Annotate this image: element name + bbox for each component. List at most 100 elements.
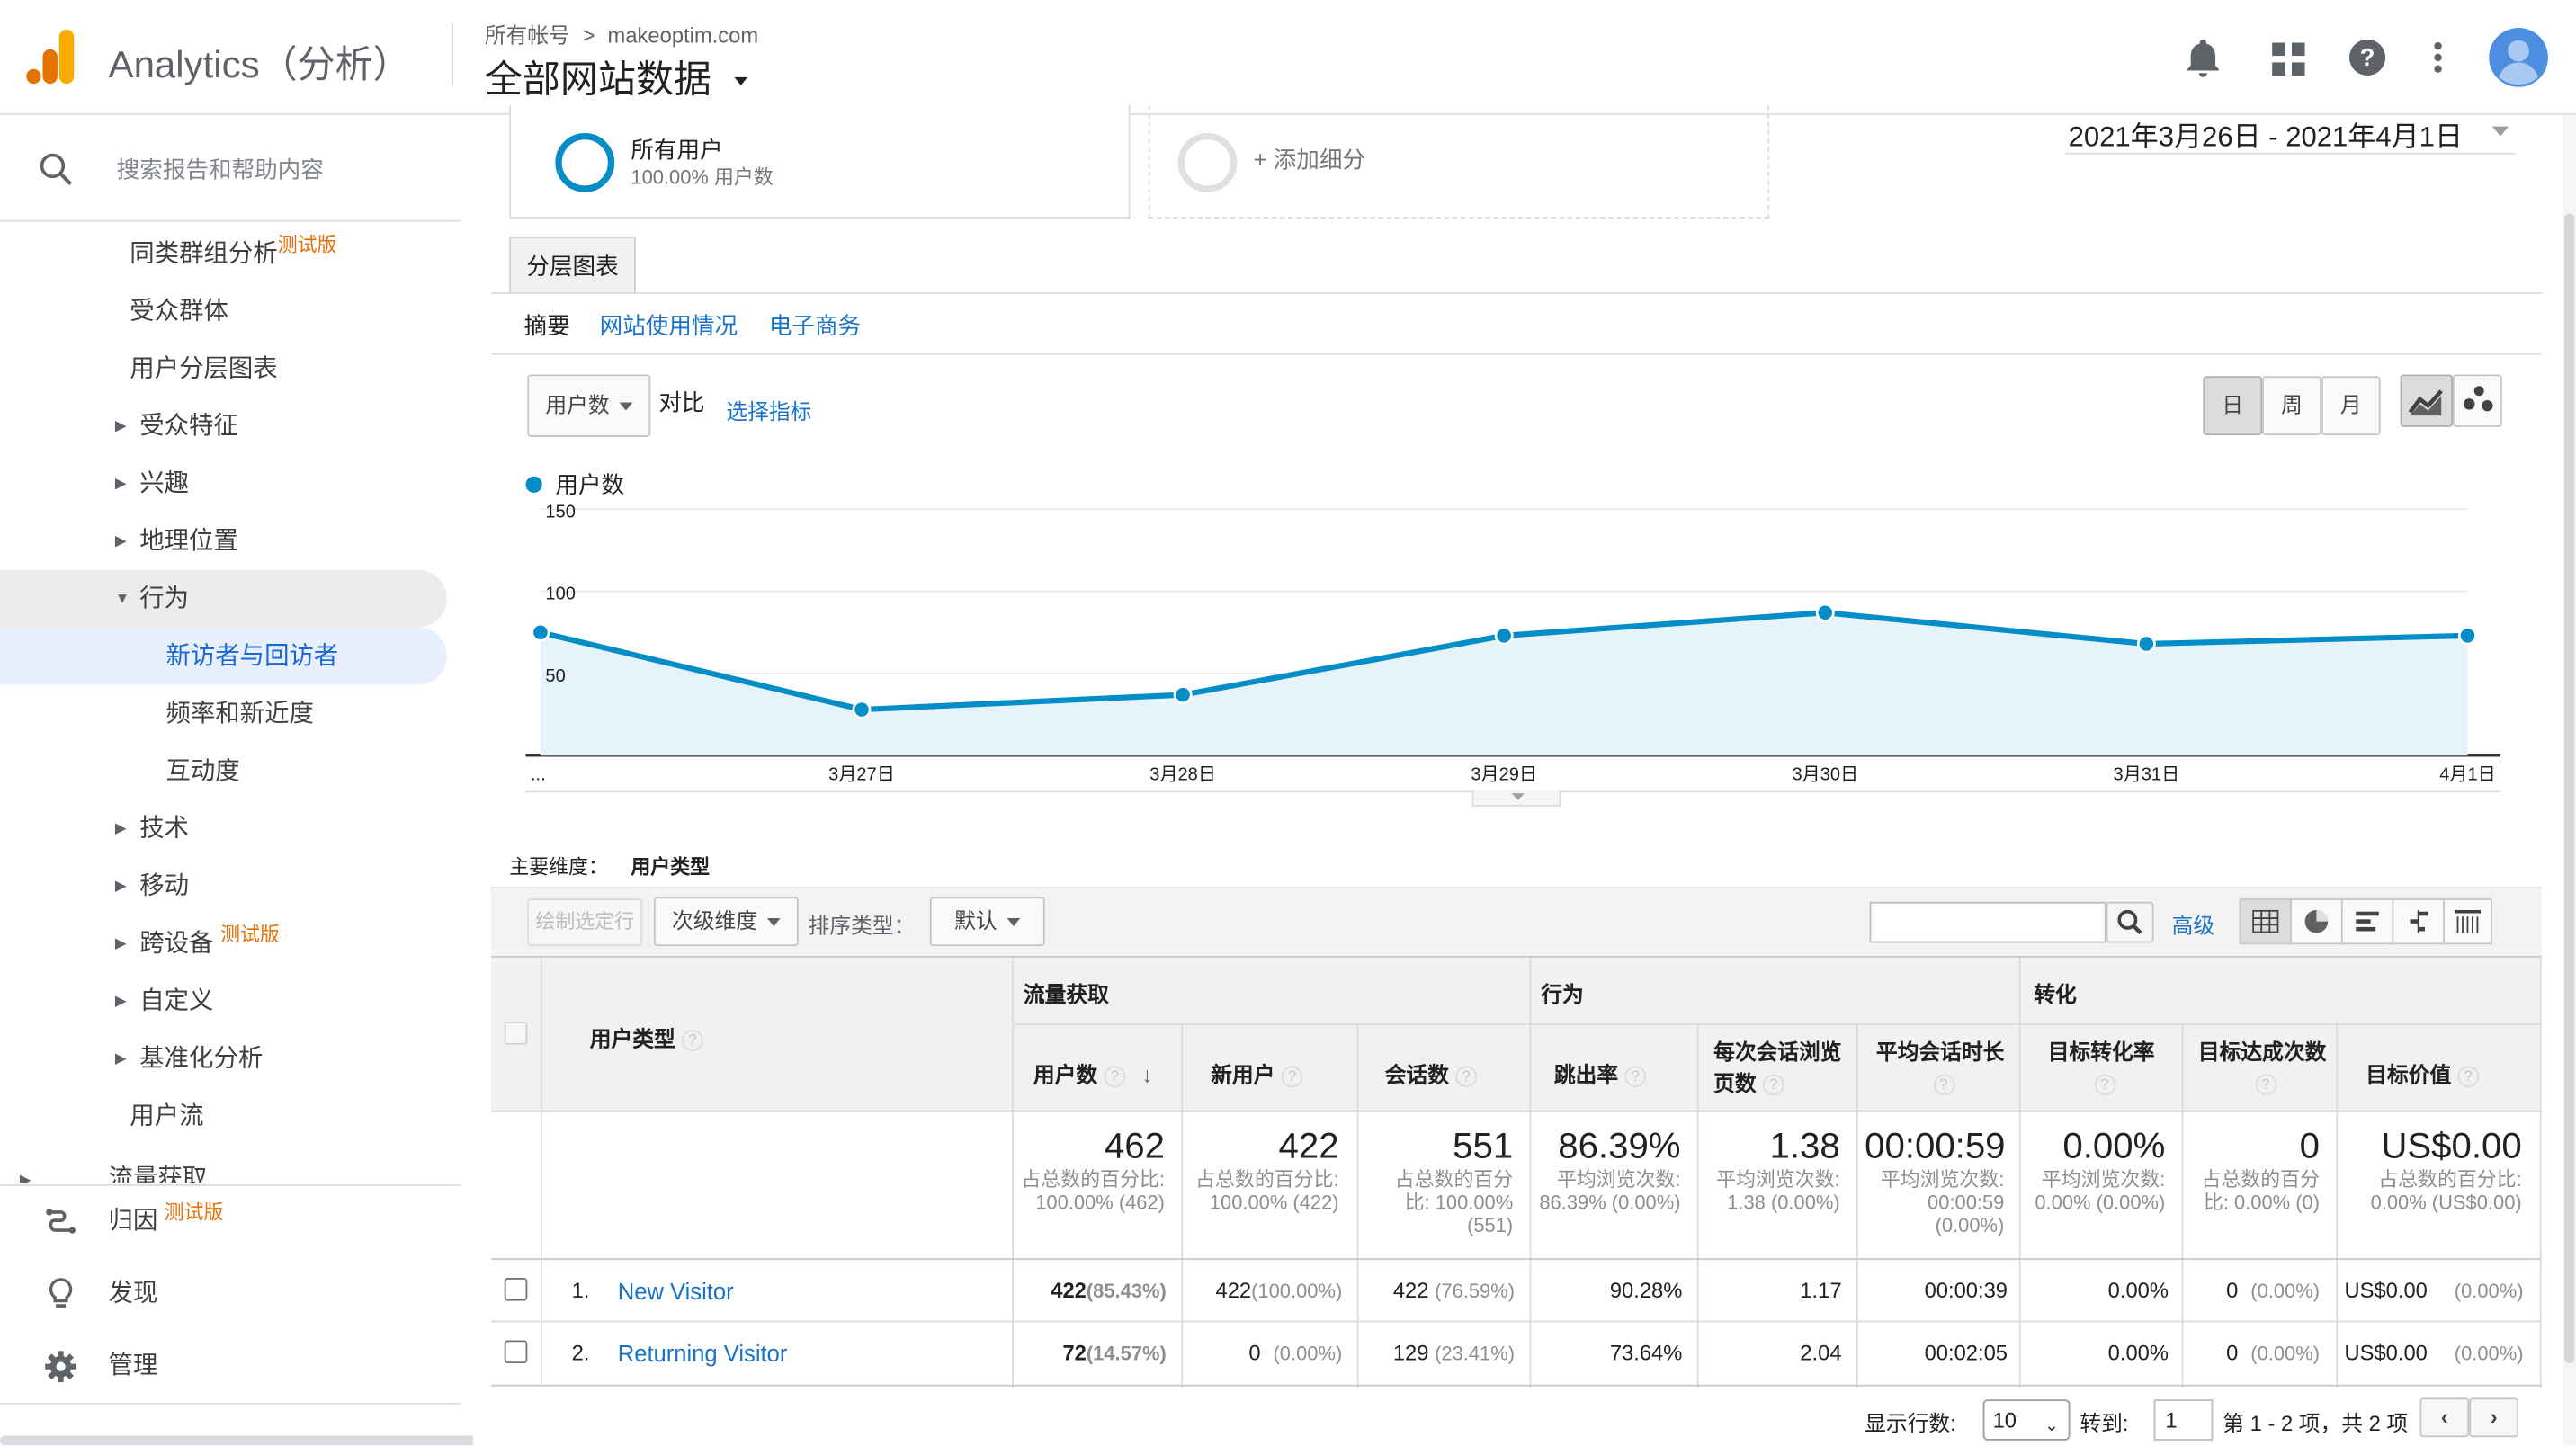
period-month-button[interactable]: 月 bbox=[2321, 376, 2381, 436]
sidebar-collapse-handle[interactable] bbox=[0, 1435, 474, 1446]
period-day-button[interactable]: 日 bbox=[2203, 376, 2263, 436]
chart-data-point[interactable] bbox=[1815, 602, 1835, 622]
performance-view-icon[interactable] bbox=[2343, 899, 2394, 943]
column-header-goal-completions[interactable]: 目标达成次数? bbox=[2196, 1037, 2328, 1099]
column-header-bounce-rate[interactable]: 跳出率? bbox=[1554, 1058, 1647, 1089]
sort-type-dropdown[interactable]: 默认 bbox=[929, 897, 1045, 947]
sidebar-item-demographics[interactable]: ▶ 受众特征 bbox=[0, 397, 447, 455]
table-view-icon[interactable] bbox=[2241, 899, 2293, 943]
sidebar-item-cohort[interactable]: 同类群组分析测试版 bbox=[0, 225, 447, 282]
expand-arrow-icon: ▶ bbox=[114, 934, 127, 951]
row-goal-conversion: 0.00% bbox=[2107, 1278, 2169, 1303]
sidebar-item-technology[interactable]: ▶ 技术 bbox=[0, 800, 447, 858]
table-search-input[interactable] bbox=[1869, 901, 2106, 943]
sidebar-item-geo[interactable]: ▶ 地理位置 bbox=[0, 513, 447, 570]
sidebar-item-discover[interactable]: 发现 bbox=[0, 1264, 447, 1322]
sidebar-item-attribution[interactable]: 归因 测试版 bbox=[0, 1192, 447, 1250]
sidebar-item-new-vs-returning[interactable]: 新访者与回访者 bbox=[0, 627, 447, 685]
page-scrollbar-thumb[interactable] bbox=[2564, 213, 2575, 1364]
sidebar-item-behavior[interactable]: ▼ 行为 bbox=[0, 569, 447, 628]
help-icon: ? bbox=[682, 1030, 703, 1052]
subtab-ecommerce[interactable]: 电子商务 bbox=[769, 308, 861, 342]
row-users: 72(14.57%) bbox=[1062, 1340, 1167, 1365]
select-metric-link[interactable]: 选择指标 bbox=[726, 394, 811, 425]
breadcrumb-property[interactable]: makeoptim.com bbox=[608, 23, 759, 48]
next-page-button[interactable]: › bbox=[2469, 1397, 2519, 1438]
row-checkbox[interactable] bbox=[504, 1340, 528, 1364]
help-icon[interactable]: ? bbox=[2348, 38, 2387, 77]
chart-data-point[interactable] bbox=[531, 622, 550, 642]
expand-arrow-icon: ▶ bbox=[114, 877, 127, 894]
sidebar-divider bbox=[0, 219, 461, 222]
chart-resize-handle[interactable] bbox=[1471, 790, 1561, 807]
x-tick-label: 3月27日 bbox=[828, 765, 895, 785]
help-icon: ? bbox=[2093, 1074, 2115, 1096]
sidebar-item-users-flow[interactable]: 用户流 bbox=[0, 1087, 447, 1145]
tab-explorer[interactable]: 分层图表 bbox=[509, 237, 636, 294]
sidebar-item-mobile[interactable]: ▶ 移动 bbox=[0, 857, 447, 915]
line-chart-toggle[interactable] bbox=[2400, 374, 2454, 427]
segment-all-users[interactable]: 所有用户 100.00% 用户数 bbox=[509, 104, 1131, 219]
sidebar-item-admin[interactable]: 管理 bbox=[0, 1337, 447, 1395]
column-header-users[interactable]: 用户数? ↓ bbox=[1033, 1058, 1152, 1089]
analytics-logo-icon[interactable] bbox=[26, 29, 76, 85]
pivot-view-icon[interactable] bbox=[2445, 900, 2491, 942]
subtab-site-usage[interactable]: 网站使用情况 bbox=[600, 308, 738, 342]
metric-dropdown[interactable]: 用户数 bbox=[527, 374, 651, 437]
beta-badge: 测试版 bbox=[164, 1201, 224, 1224]
select-all-checkbox[interactable] bbox=[504, 1022, 528, 1045]
sidebar-item-user-explorer[interactable]: 用户分层图表 bbox=[0, 340, 447, 397]
date-range-picker[interactable]: 2021年3月26日 - 2021年4月1日 bbox=[2064, 112, 2516, 155]
row-user-type-link[interactable]: New Visitor bbox=[618, 1278, 734, 1304]
subtab-summary[interactable]: 摘要 bbox=[524, 308, 570, 342]
goto-page-input[interactable]: 1 bbox=[2153, 1399, 2214, 1441]
comparison-view-icon[interactable] bbox=[2393, 899, 2445, 943]
chart-data-point[interactable] bbox=[2457, 626, 2477, 646]
sidebar-item-benchmarking[interactable]: ▶ 基准化分析 bbox=[0, 1030, 447, 1087]
apps-grid-icon[interactable] bbox=[2272, 42, 2305, 76]
chart-data-point[interactable] bbox=[2136, 634, 2156, 654]
chart-data-point[interactable] bbox=[852, 700, 872, 719]
row-user-type-link[interactable]: Returning Visitor bbox=[618, 1340, 788, 1366]
breadcrumb-account[interactable]: 所有帐号 bbox=[485, 23, 570, 48]
sidebar-item-audiences[interactable]: 受众群体 bbox=[0, 282, 447, 340]
add-segment-box[interactable]: + 添加细分 bbox=[1148, 104, 1770, 219]
column-header-sessions[interactable]: 会话数? bbox=[1385, 1058, 1478, 1089]
period-week-button[interactable]: 周 bbox=[2262, 376, 2321, 436]
column-header-pages-session[interactable]: 每次会话浏览页数? bbox=[1713, 1037, 1845, 1099]
chart-data-point[interactable] bbox=[1494, 626, 1514, 646]
vs-label: 对比 bbox=[658, 388, 705, 416]
breadcrumb[interactable]: 所有帐号 > makeoptim.com bbox=[485, 18, 758, 49]
search-input[interactable]: 搜索报告和帮助内容 bbox=[117, 153, 324, 186]
pie-view-icon[interactable] bbox=[2292, 899, 2343, 943]
sidebar-item-custom[interactable]: ▶ 自定义 bbox=[0, 972, 447, 1030]
more-vert-icon[interactable] bbox=[2433, 41, 2443, 75]
sidebar-item-interests[interactable]: ▶ 兴趣 bbox=[0, 455, 447, 513]
view-selector[interactable]: 全部网站数据 bbox=[485, 48, 748, 103]
column-header-user-type[interactable]: 用户类型? bbox=[590, 1022, 703, 1053]
rows-per-page-select[interactable]: 10 ⌄ bbox=[1982, 1399, 2071, 1441]
search-icon[interactable] bbox=[40, 153, 73, 186]
prev-page-button[interactable]: ‹ bbox=[2419, 1397, 2470, 1438]
primary-dimension-value[interactable]: 用户类型 bbox=[631, 852, 710, 880]
column-header-avg-duration[interactable]: 平均会话时长? bbox=[1866, 1037, 2014, 1099]
chart-data-point[interactable] bbox=[1173, 685, 1193, 705]
column-header-goal-value[interactable]: 目标价值? bbox=[2366, 1058, 2480, 1089]
sidebar-item-engagement[interactable]: 互动度 bbox=[0, 743, 447, 800]
column-header-new-users[interactable]: 新用户? bbox=[1211, 1058, 1303, 1089]
plot-rows-button[interactable]: 绘制选定行 bbox=[527, 898, 643, 947]
chevron-down-icon bbox=[619, 402, 633, 411]
secondary-dimension-dropdown[interactable]: 次级维度 bbox=[653, 897, 799, 947]
notifications-bell-icon[interactable] bbox=[2185, 39, 2221, 79]
sidebar-item-acquisition[interactable]: ▶ 流量获取 bbox=[0, 1160, 447, 1183]
sidebar-item-frequency[interactable]: 频率和新近度 bbox=[0, 685, 447, 743]
breadcrumb-separator: > bbox=[582, 22, 595, 48]
motion-chart-toggle[interactable] bbox=[2453, 374, 2502, 427]
sidebar-item-cross-device[interactable]: ▶ 跨设备 测试版 bbox=[0, 915, 447, 972]
advanced-filter-link[interactable]: 高级 bbox=[2172, 908, 2215, 940]
collapse-arrow-icon: ▼ bbox=[114, 589, 130, 606]
row-checkbox[interactable] bbox=[504, 1278, 528, 1301]
column-header-goal-conversion[interactable]: 目标转化率? bbox=[2027, 1037, 2175, 1099]
avatar[interactable] bbox=[2489, 28, 2548, 87]
table-search-button[interactable] bbox=[2106, 901, 2154, 943]
